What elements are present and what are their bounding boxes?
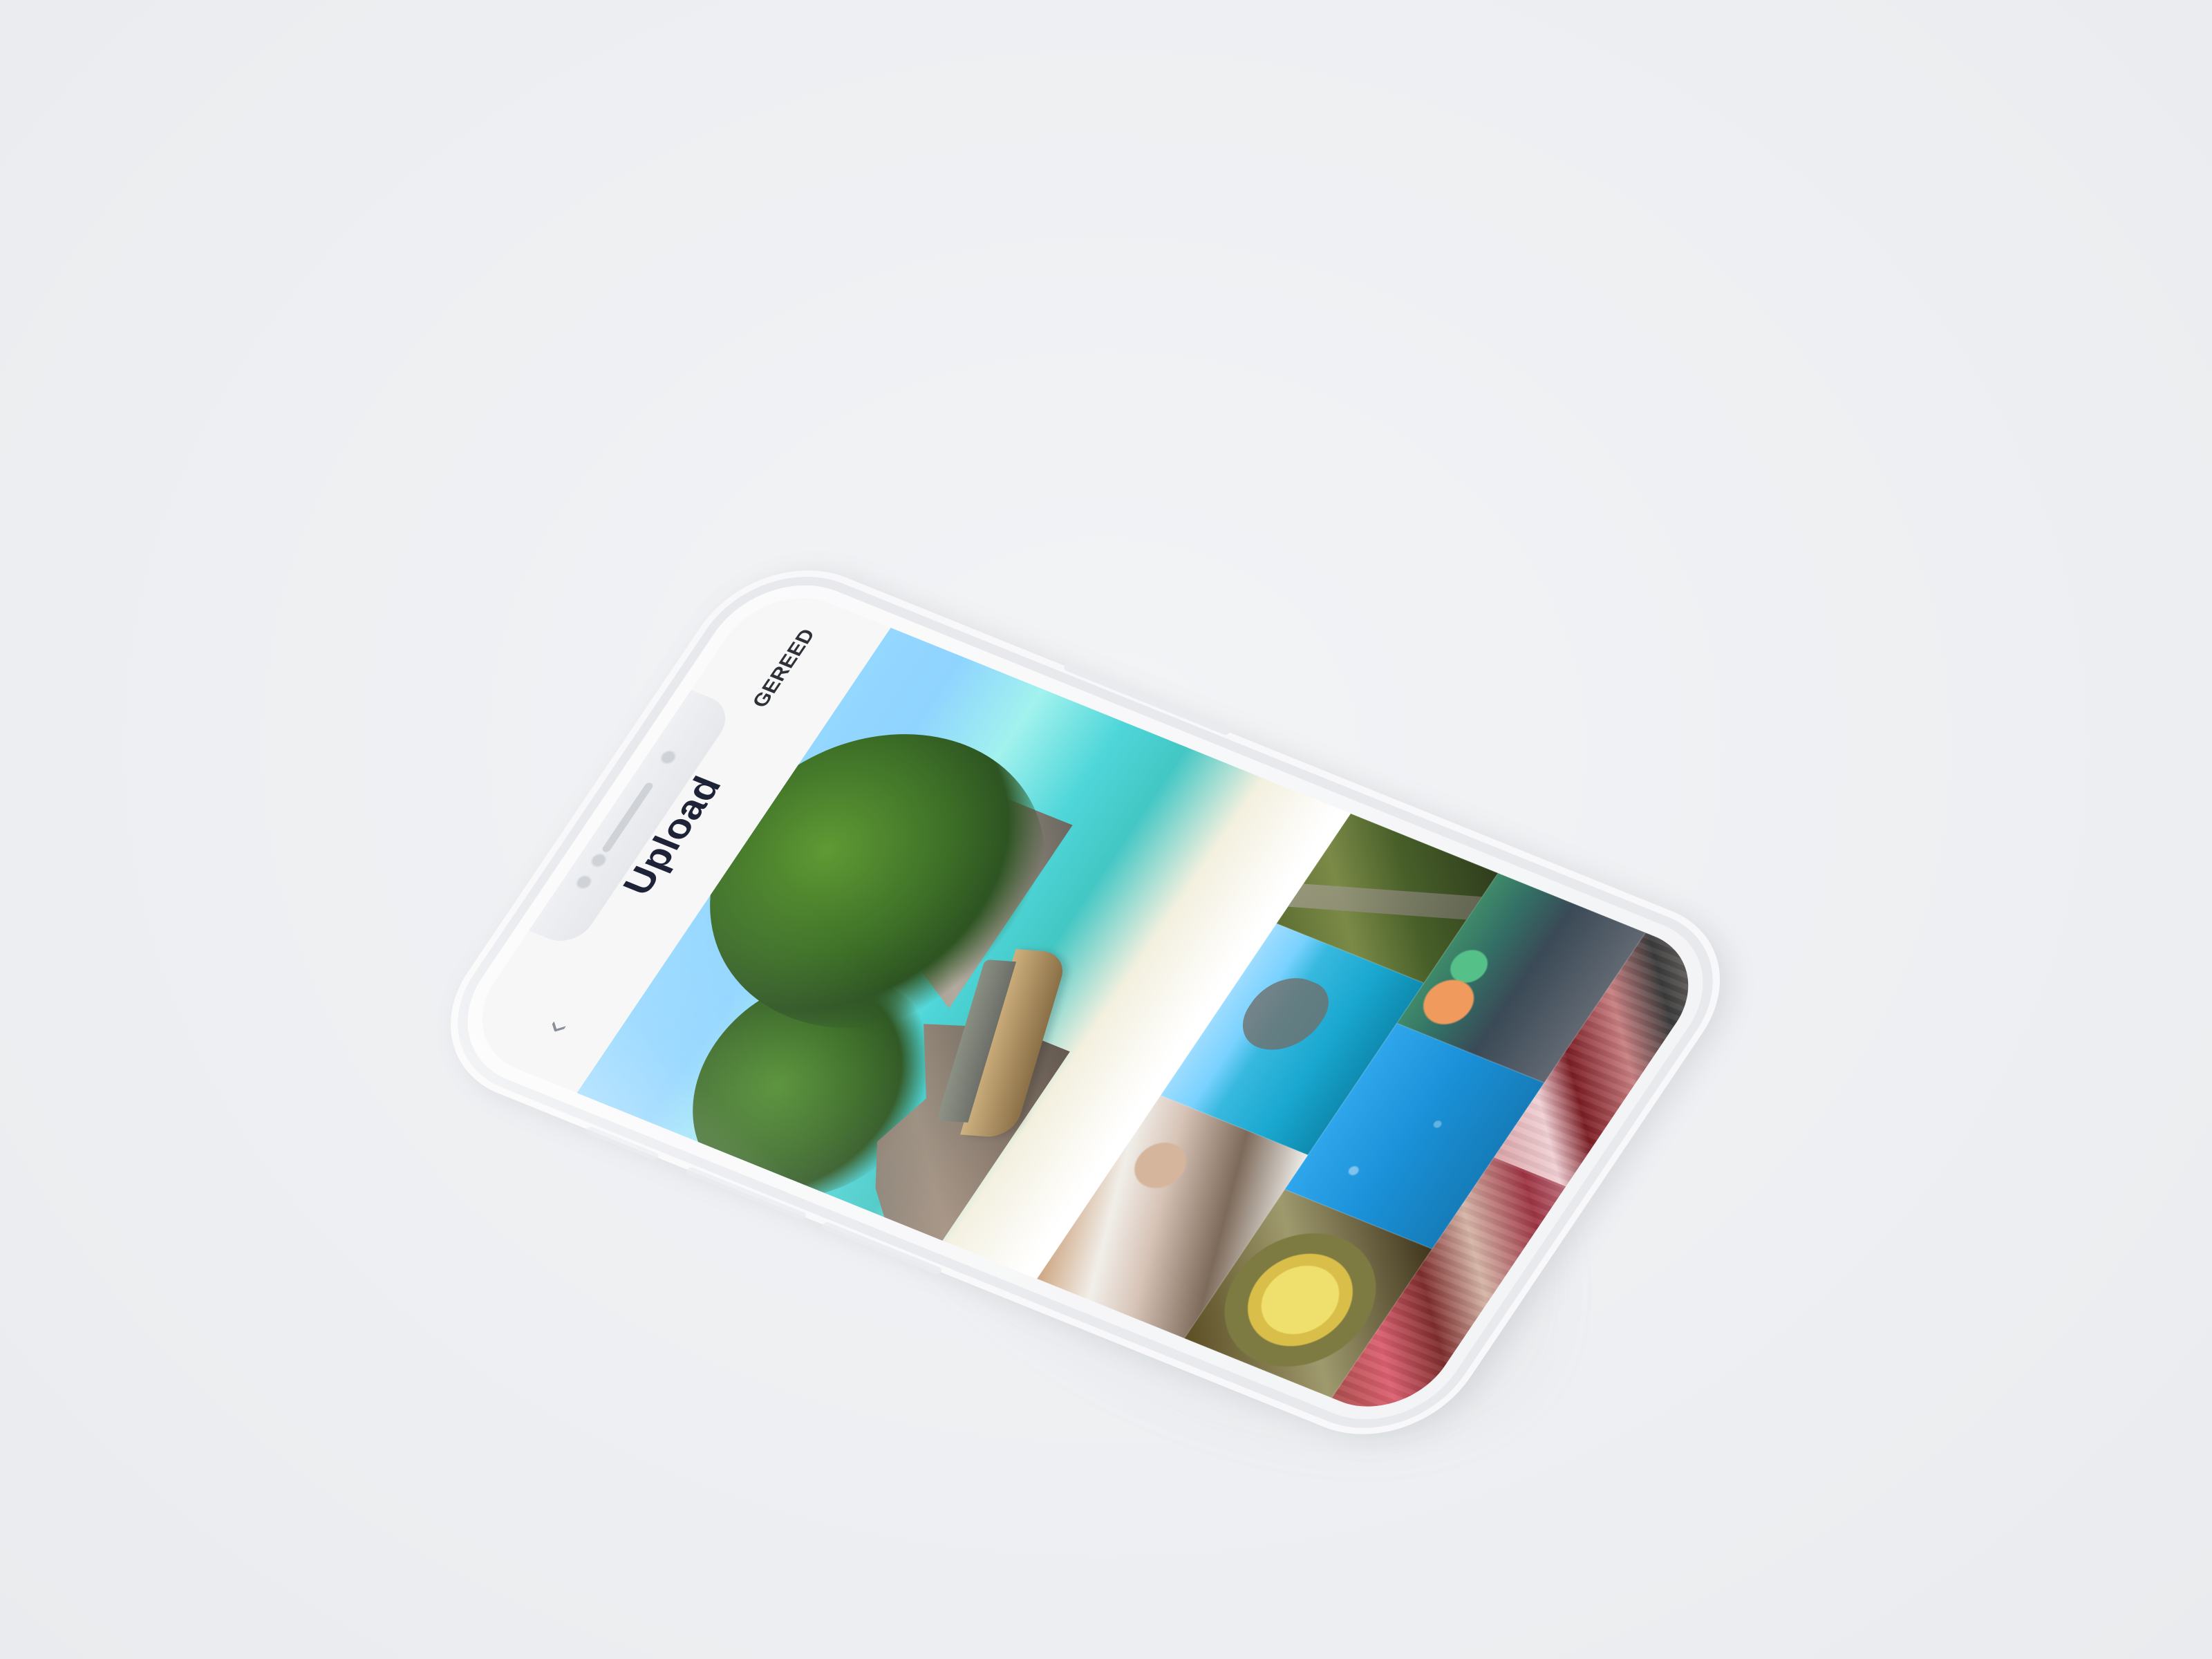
second-longtail-boat xyxy=(880,828,984,971)
chevron-left-icon: ‹ xyxy=(534,1015,577,1039)
longtail-boat xyxy=(960,948,1069,1138)
speaker-grill xyxy=(601,781,655,854)
front-camera xyxy=(573,873,595,892)
back-button[interactable]: ‹ xyxy=(534,1015,577,1039)
mockup-scene: ‹ Upload GEREED xyxy=(0,0,2212,1659)
sensor-dot xyxy=(588,851,610,870)
mute-switch xyxy=(584,1125,660,1161)
proximity-sensor xyxy=(657,748,679,767)
done-button[interactable]: GEREED xyxy=(747,626,820,711)
